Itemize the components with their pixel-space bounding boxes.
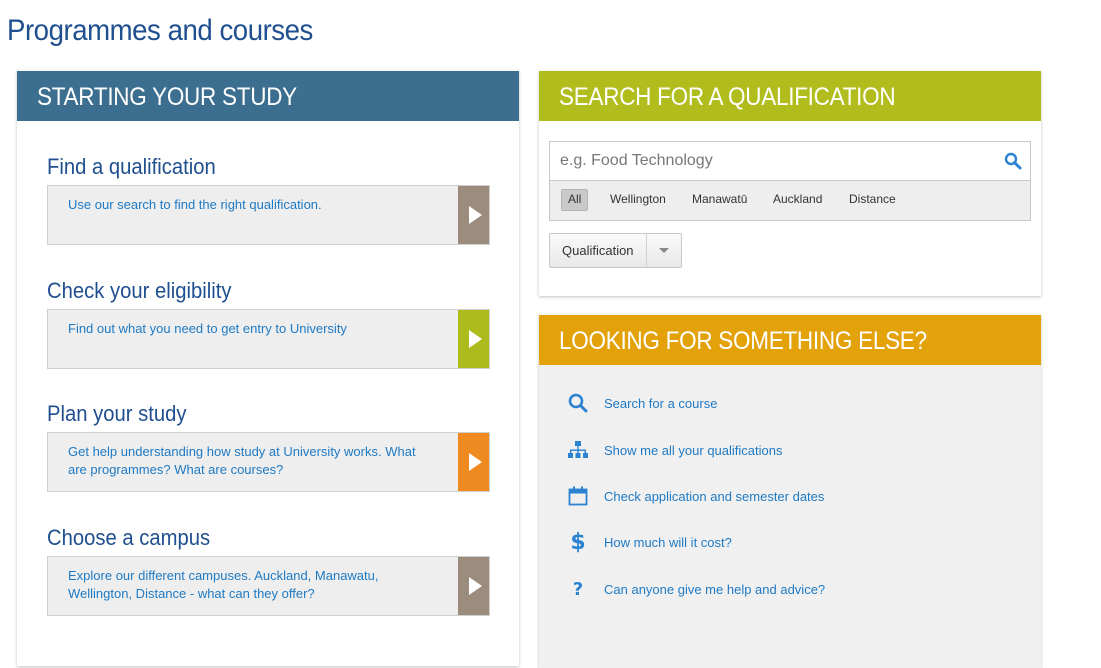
hierarchy-icon [567,439,589,461]
check-eligibility-title: Check your eligibility [47,278,232,303]
find-qualification-card[interactable]: Use our search to find the right qualifi… [47,185,490,245]
cost-link[interactable]: $ How much will it cost? [567,529,732,555]
qualification-search-box: All Wellington Manawatū Auckland Distanc… [549,141,1031,221]
play-arrow-icon [468,330,482,348]
search-course-link[interactable]: Search for a course [567,391,717,415]
page-title: Programmes and courses [7,14,313,47]
search-course-label: Search for a course [604,395,718,411]
choose-campus-arrow-button[interactable] [458,557,489,615]
check-eligibility-text: Find out what you need to get entry to U… [68,321,347,336]
find-qualification-arrow-button[interactable] [458,186,489,244]
looking-else-header: LOOKING FOR SOMETHING ELSE? [539,315,1041,365]
looking-else-header-label: LOOKING FOR SOMETHING ELSE? [559,327,927,355]
plan-study-card[interactable]: Get help understanding how study at Univ… [47,432,490,492]
play-arrow-icon [468,206,482,224]
help-advice-link[interactable]: ? Can anyone give me help and advice? [567,577,825,601]
dropdown-toggle[interactable] [646,234,681,267]
starting-study-panel: STARTING YOUR STUDY Find a qualification… [17,71,519,666]
check-eligibility-arrow-button[interactable] [458,310,489,368]
filter-auckland[interactable]: Auckland [767,189,828,209]
campus-filter-bar: All Wellington Manawatū Auckland Distanc… [550,180,1030,220]
plan-study-arrow-button[interactable] [458,433,489,491]
qualification-search-input[interactable] [550,142,1010,180]
plan-study-title: Plan your study [47,401,187,426]
qualification-dropdown-label: Qualification [562,243,634,258]
filter-distance[interactable]: Distance [843,189,902,209]
filter-all[interactable]: All [561,189,589,211]
search-qualification-header-label: SEARCH FOR A QUALIFICATION [559,83,896,111]
application-dates-link[interactable]: Check application and semester dates [567,484,824,508]
starting-study-header-label: STARTING YOUR STUDY [37,83,297,111]
filter-wellington[interactable]: Wellington [604,189,672,209]
qualification-type-dropdown[interactable]: Qualification [549,233,682,268]
help-advice-label: Can anyone give me help and advice? [604,581,826,597]
application-dates-label: Check application and semester dates [604,488,825,504]
all-qualifications-link[interactable]: Show me all your qualifications [567,438,782,462]
play-arrow-icon [468,577,482,595]
check-eligibility-card[interactable]: Find out what you need to get entry to U… [47,309,490,369]
starting-study-header: STARTING YOUR STUDY [17,71,519,121]
choose-campus-text: Explore our different campuses. Auckland… [68,568,379,601]
choose-campus-card[interactable]: Explore our different campuses. Auckland… [47,556,490,616]
filter-manawatu[interactable]: Manawatū [686,189,753,209]
chevron-down-icon [659,248,669,253]
dollar-icon: $ [570,529,586,555]
plan-study-text: Get help understanding how study at Univ… [68,444,416,477]
question-icon: ? [572,578,584,600]
choose-campus-title: Choose a campus [47,525,211,550]
search-qualification-panel: SEARCH FOR A QUALIFICATION All Wellingto… [539,71,1041,296]
looking-else-panel: LOOKING FOR SOMETHING ELSE? Search for a… [539,315,1041,668]
find-qualification-title: Find a qualification [47,154,216,179]
all-qualifications-label: Show me all your qualifications [604,442,783,458]
search-qualification-header: SEARCH FOR A QUALIFICATION [539,71,1041,121]
cost-label: How much will it cost? [604,534,732,550]
search-icon [567,392,589,414]
play-arrow-icon [468,453,482,471]
find-qualification-text: Use our search to find the right qualifi… [68,197,322,212]
search-icon[interactable] [1004,152,1022,170]
calendar-icon [567,485,589,507]
